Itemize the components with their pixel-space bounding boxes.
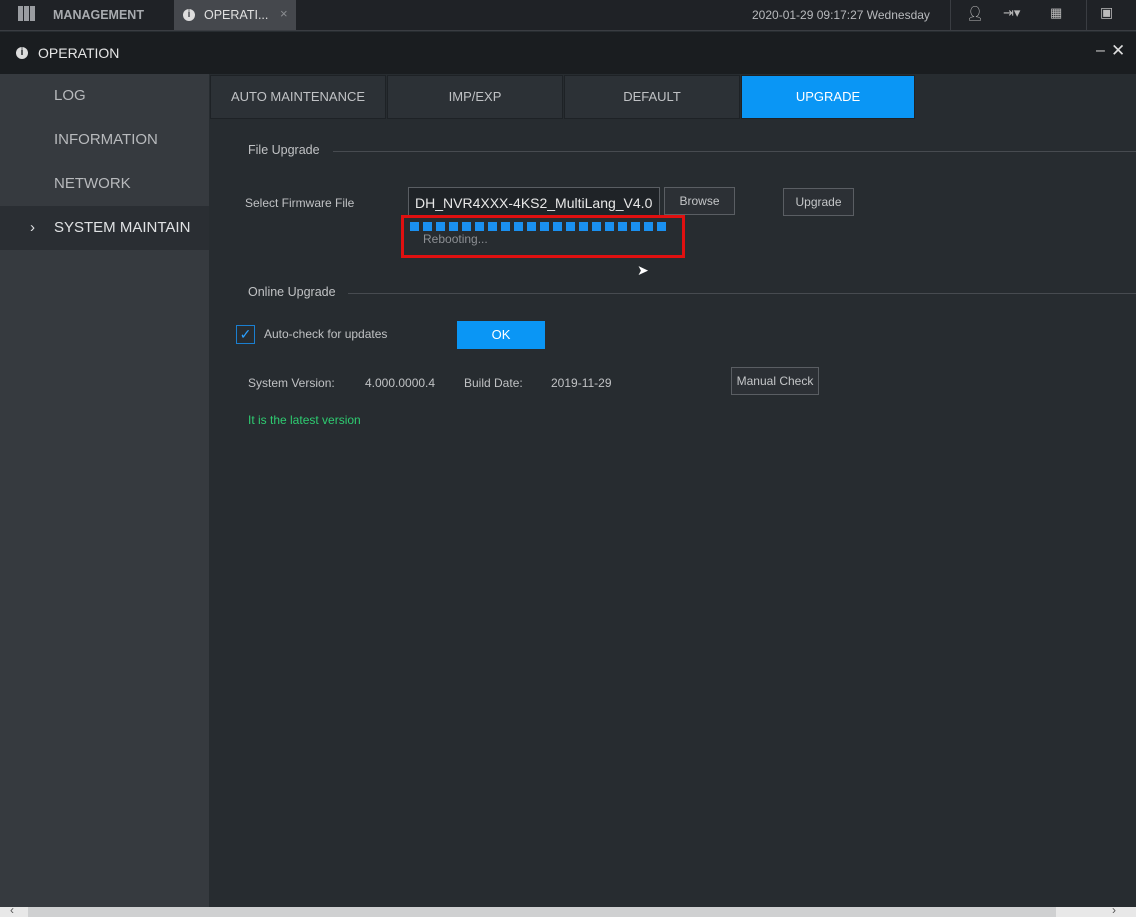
browse-button[interactable]: Browse <box>664 187 735 215</box>
top-bar: MANAGEMENT i OPERATI... × 2020-01-29 09:… <box>0 0 1136 31</box>
progress-segment <box>618 222 627 231</box>
grid-menu-icon[interactable] <box>18 6 35 21</box>
tab-operation[interactable]: i OPERATI... × <box>174 0 296 30</box>
progress-segment <box>657 222 666 231</box>
sidebar-item-log[interactable]: LOG <box>0 74 209 118</box>
progress-segment <box>410 222 419 231</box>
tab-upgrade[interactable]: UPGRADE <box>741 75 915 119</box>
tab-label: AUTO MAINTENANCE <box>231 89 365 104</box>
progress-segment <box>475 222 484 231</box>
sidebar: LOG INFORMATION NETWORK › SYSTEM MAINTAIN <box>0 74 209 907</box>
close-icon[interactable]: ✕ <box>1111 41 1125 61</box>
minimize-icon[interactable]: – <box>1096 42 1105 60</box>
progress-segment <box>488 222 497 231</box>
progress-segment <box>423 222 432 231</box>
build-date-label: Build Date: <box>464 376 523 390</box>
version-status-message: It is the latest version <box>248 413 361 427</box>
mouse-cursor-icon: ➤ <box>637 262 649 279</box>
progress-segment <box>553 222 562 231</box>
build-date-value: 2019-11-29 <box>551 376 612 390</box>
online-upgrade-heading: Online Upgrade <box>248 285 336 299</box>
sidebar-item-label: INFORMATION <box>54 131 158 148</box>
progress-segment <box>631 222 640 231</box>
upgrade-progress-bar <box>410 222 670 231</box>
management-menu[interactable]: MANAGEMENT <box>53 8 144 22</box>
progress-segment <box>449 222 458 231</box>
page-title: OPERATION <box>38 45 119 61</box>
tab-imp-exp[interactable]: IMP/EXP <box>387 75 563 119</box>
progress-segment <box>605 222 614 231</box>
system-version-label: System Version: <box>248 376 335 390</box>
manual-check-button[interactable]: Manual Check <box>731 367 819 395</box>
tab-auto-maintenance[interactable]: AUTO MAINTENANCE <box>210 75 386 119</box>
horizontal-scrollbar[interactable]: ‹ › <box>0 907 1136 917</box>
tab-label: IMP/EXP <box>449 89 502 104</box>
user-icon[interactable]: 👤︎ <box>966 5 984 22</box>
sidebar-item-label: SYSTEM MAINTAIN <box>54 219 190 236</box>
upgrade-button[interactable]: Upgrade <box>783 188 854 216</box>
sidebar-item-label: LOG <box>54 87 86 104</box>
progress-segment <box>579 222 588 231</box>
ok-button[interactable]: OK <box>457 321 545 349</box>
progress-segment <box>592 222 601 231</box>
info-icon: i <box>183 9 195 21</box>
sidebar-item-label: NETWORK <box>54 175 131 192</box>
scrollbar-thumb[interactable] <box>28 907 1056 917</box>
logout-icon[interactable]: ⇥▾ <box>1003 5 1020 21</box>
qr-code-icon[interactable]: ▦ <box>1050 5 1062 21</box>
select-firmware-label: Select Firmware File <box>245 196 354 210</box>
monitor-icon[interactable]: ▣ <box>1100 4 1113 21</box>
tab-default[interactable]: DEFAULT <box>564 75 740 119</box>
window-header: i OPERATION – ✕ <box>0 32 1136 74</box>
progress-segment <box>527 222 536 231</box>
tab-label: UPGRADE <box>796 89 860 104</box>
tab-label: OPERATI... <box>204 8 268 22</box>
tab-label: DEFAULT <box>623 89 681 104</box>
scroll-left-icon[interactable]: ‹ <box>10 903 14 917</box>
sidebar-item-information[interactable]: INFORMATION <box>0 118 209 162</box>
scroll-right-icon[interactable]: › <box>1112 903 1116 917</box>
datetime: 2020-01-29 09:17:27 Wednesday <box>752 8 930 22</box>
upgrade-status: Rebooting... <box>423 232 488 246</box>
progress-segment <box>501 222 510 231</box>
system-version-value: 4.000.0000.4 <box>365 376 435 390</box>
sidebar-item-system-maintain[interactable]: › SYSTEM MAINTAIN <box>0 206 209 250</box>
progress-segment <box>566 222 575 231</box>
auto-check-checkbox[interactable]: ✓ <box>236 325 255 344</box>
progress-segment <box>514 222 523 231</box>
progress-segment <box>644 222 653 231</box>
file-upgrade-heading: File Upgrade <box>248 143 320 157</box>
chevron-right-icon: › <box>30 206 35 250</box>
info-icon: i <box>16 47 28 59</box>
close-tab-icon[interactable]: × <box>280 6 288 21</box>
sidebar-item-network[interactable]: NETWORK <box>0 162 209 206</box>
progress-segment <box>540 222 549 231</box>
auto-check-label: Auto-check for updates <box>264 327 387 341</box>
firmware-file-input[interactable]: DH_NVR4XXX-4KS2_MultiLang_V4.0 <box>408 187 660 216</box>
progress-segment <box>436 222 445 231</box>
progress-segment <box>462 222 471 231</box>
